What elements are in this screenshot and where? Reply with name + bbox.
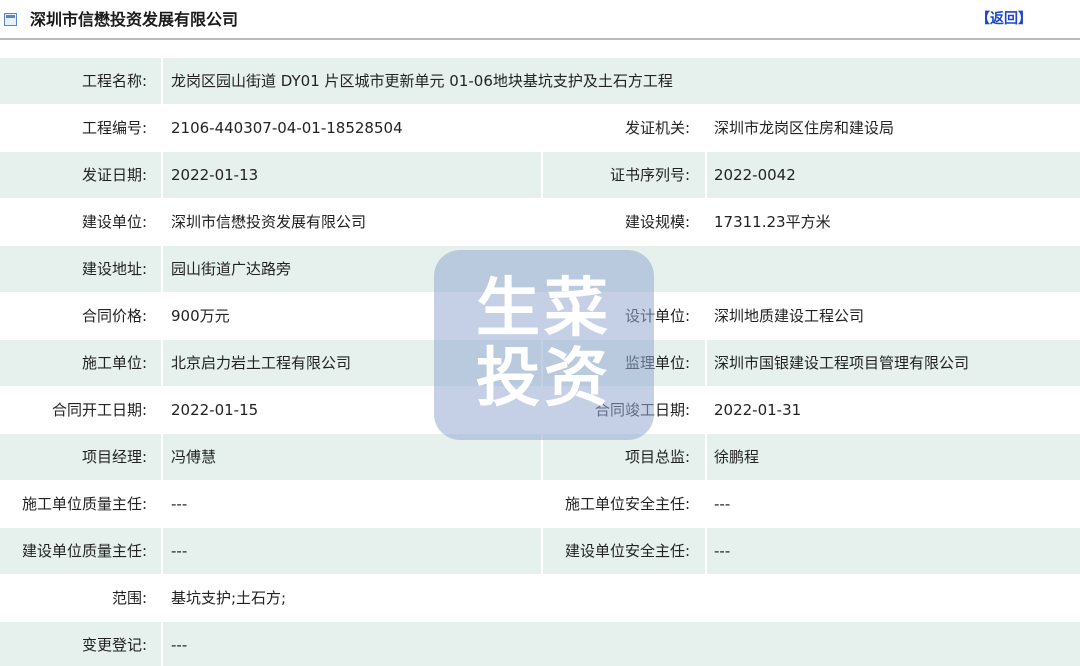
field-value: 2022-0042 — [714, 166, 796, 184]
field-value: 2022-01-13 — [171, 166, 259, 184]
table-row: 工程名称: 龙岗区园山街道 DY01 片区城市更新单元 01-06地块基坑支护及… — [0, 58, 1080, 105]
field-value: 深圳地质建设工程公司 — [714, 307, 865, 325]
page-title: 深圳市信懋投资发展有限公司 — [30, 10, 239, 29]
field-label: 项目经理: — [81, 448, 147, 466]
field-value: 园山街道广达路旁 — [171, 260, 292, 278]
table-row: 合同价格: 900万元 设计单位: 深圳地质建设工程公司 — [0, 293, 1080, 340]
field-label: 项目总监: — [624, 448, 690, 466]
table-row: 施工单位: 北京启力岩土工程有限公司 监理单位: 深圳市国银建设工程项目管理有限… — [0, 340, 1080, 387]
table-row: 发证日期: 2022-01-13 证书序列号: 2022-0042 — [0, 152, 1080, 199]
table-row: 建设地址: 园山街道广达路旁 — [0, 246, 1080, 293]
detail-table: 工程名称: 龙岗区园山街道 DY01 片区城市更新单元 01-06地块基坑支护及… — [0, 58, 1080, 666]
field-label: 建设单位质量主任: — [21, 542, 147, 560]
back-link[interactable]: 【返回】 — [976, 8, 1032, 30]
field-value: 2106-440307-04-01-18528504 — [171, 119, 403, 137]
table-row: 变更登记: --- — [0, 622, 1080, 666]
field-value: 2022-01-31 — [714, 401, 802, 419]
table-row: 建设单位质量主任: --- 建设单位安全主任: --- — [0, 528, 1080, 575]
field-label: 建设地址: — [81, 260, 147, 278]
title-bar: 深圳市信懋投资发展有限公司 【返回】 — [0, 0, 1080, 40]
field-label: 建设单位安全主任: — [564, 542, 690, 560]
field-label: 工程编号: — [81, 119, 147, 137]
field-label: 施工单位安全主任: — [564, 495, 690, 513]
field-label: 监理单位: — [624, 354, 690, 372]
field-label: 范围: — [111, 589, 147, 607]
field-label: 建设规模: — [624, 213, 690, 231]
field-value: 900万元 — [171, 307, 230, 325]
field-value: 2022-01-15 — [171, 401, 259, 419]
field-label: 设计单位: — [624, 307, 690, 325]
field-value: --- — [714, 542, 731, 560]
field-value: 冯傅慧 — [171, 448, 217, 466]
field-label: 发证日期: — [81, 166, 147, 184]
field-value: 龙岗区园山街道 DY01 片区城市更新单元 01-06地块基坑支护及土石方工程 — [171, 72, 673, 90]
table-row: 项目经理: 冯傅慧 项目总监: 徐鹏程 — [0, 434, 1080, 481]
field-label: 变更登记: — [81, 636, 147, 654]
field-value: --- — [171, 542, 188, 560]
field-value: 17311.23平方米 — [714, 213, 831, 231]
field-value: 北京启力岩土工程有限公司 — [171, 354, 352, 372]
table-row: 施工单位质量主任: --- 施工单位安全主任: --- — [0, 481, 1080, 528]
field-value: 深圳市信懋投资发展有限公司 — [171, 213, 367, 231]
field-value: --- — [171, 636, 188, 654]
field-label: 建设单位: — [81, 213, 147, 231]
field-label: 证书序列号: — [609, 166, 690, 184]
field-label: 合同开工日期: — [51, 401, 147, 419]
field-label: 合同价格: — [81, 307, 147, 325]
field-value: --- — [171, 495, 188, 513]
field-value: 徐鹏程 — [714, 448, 760, 466]
field-label: 施工单位: — [81, 354, 147, 372]
field-value: 基坑支护;土石方; — [171, 589, 287, 607]
field-label: 发证机关: — [624, 119, 690, 137]
table-row: 工程编号: 2106-440307-04-01-18528504 发证机关: 深… — [0, 105, 1080, 152]
field-value: --- — [714, 495, 731, 513]
table-row: 合同开工日期: 2022-01-15 合同竣工日期: 2022-01-31 — [0, 387, 1080, 434]
field-value: 深圳市国银建设工程项目管理有限公司 — [714, 354, 970, 372]
table-row: 范围: 基坑支护;土石方; — [0, 575, 1080, 622]
field-label: 施工单位质量主任: — [21, 495, 147, 513]
field-label: 工程名称: — [81, 72, 147, 90]
field-label: 合同竣工日期: — [594, 401, 690, 419]
field-value: 深圳市龙岗区住房和建设局 — [714, 119, 895, 137]
page: 深圳市信懋投资发展有限公司 【返回】 工程名称: 龙岗区园山街道 DY01 片区… — [0, 0, 1080, 666]
window-icon — [4, 13, 17, 26]
table-row: 建设单位: 深圳市信懋投资发展有限公司 建设规模: 17311.23平方米 — [0, 199, 1080, 246]
